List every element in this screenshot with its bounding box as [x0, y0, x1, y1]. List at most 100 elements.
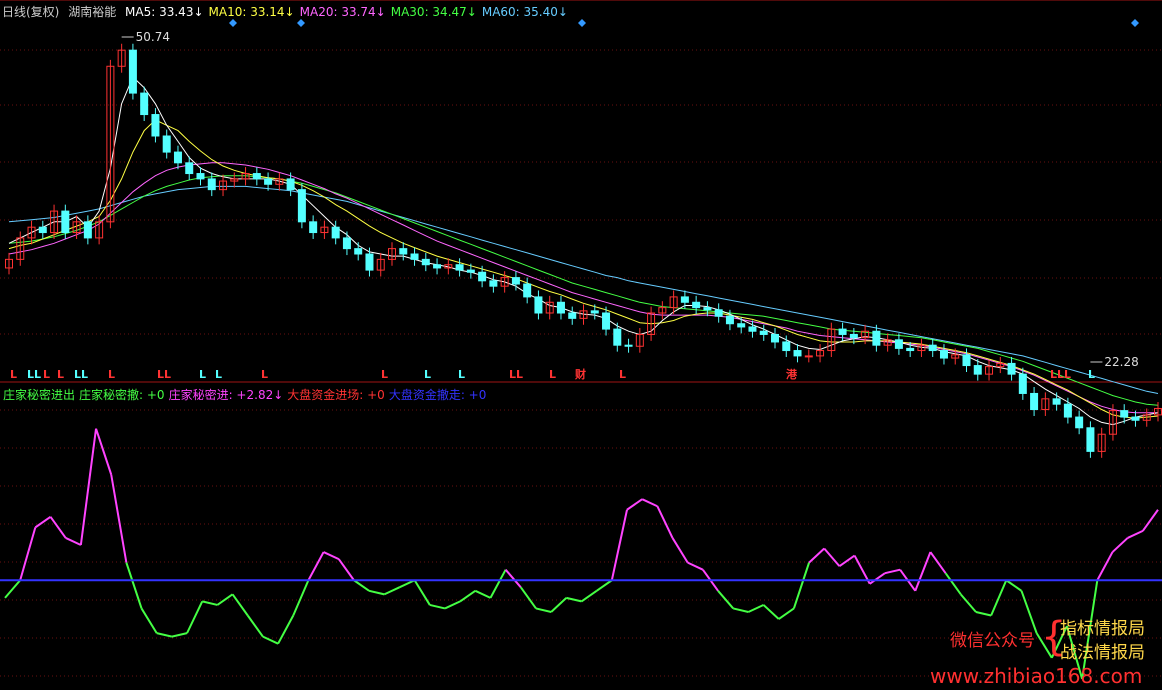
ind-segment-18 — [277, 615, 295, 645]
ind-segment-75 — [1142, 509, 1159, 532]
candle-body-35 — [399, 248, 408, 255]
signal-marker-0: L — [10, 368, 17, 381]
ind-segment-64 — [975, 611, 992, 617]
ind-segment-57 — [869, 572, 886, 585]
candle-body-96 — [1086, 427, 1095, 452]
candle-body-29 — [331, 226, 340, 239]
candle-body-70 — [793, 350, 802, 357]
ind-segment-42 — [641, 498, 658, 508]
ind-segment-66 — [1005, 579, 1023, 592]
ind-segment-58 — [884, 568, 901, 575]
signal-marker-7: L — [199, 368, 206, 381]
signal-marker-6: LL — [157, 368, 171, 381]
candle-body-37 — [421, 258, 430, 266]
candle-body-42 — [478, 271, 487, 282]
candle-body-80 — [906, 347, 915, 352]
ind-segment-32 — [489, 569, 507, 599]
candle-body-79 — [894, 339, 903, 349]
ind-segment-43 — [656, 505, 674, 539]
ind-segment-7 — [110, 474, 128, 563]
candle-body-54 — [613, 328, 622, 346]
candle-body-32 — [365, 253, 374, 271]
signal-marker-1: LL — [27, 368, 41, 381]
ma60-line — [8, 185, 1159, 394]
ind-segment-61 — [929, 551, 947, 574]
candle-body-15 — [173, 151, 182, 164]
candle-body-36 — [410, 253, 419, 260]
ind-segment-14 — [216, 593, 234, 606]
candle-body-40 — [455, 264, 464, 271]
candle-body-68 — [771, 333, 779, 343]
candle-body-17 — [196, 173, 205, 180]
candle-body-22 — [252, 173, 261, 180]
ind-segment-54 — [823, 547, 841, 567]
ind-segment-10 — [156, 632, 173, 638]
candle-body-99 — [1120, 410, 1129, 418]
candle-body-77 — [872, 330, 881, 346]
candle-body-91 — [1030, 392, 1039, 411]
candle-body-14 — [162, 135, 171, 153]
ind-segment-33 — [504, 569, 522, 588]
signal-marker-8: L — [215, 368, 222, 381]
indicator-header: 庄家秘密进出 庄家秘密撤: +0 庄家秘密进: +2.82↓ 大盘资金进场: +0 大盘… — [3, 386, 490, 403]
candle-body-71 — [804, 355, 813, 358]
ind-segment-65 — [990, 579, 1008, 616]
candle-body-23 — [264, 178, 273, 185]
watermark-line1: 指标情报局 — [1060, 619, 1145, 639]
signal-marker-13: LL — [509, 368, 523, 381]
ind-segment-63 — [960, 593, 977, 613]
candle-body-41 — [466, 269, 475, 273]
candle-body-83 — [939, 350, 948, 359]
ind-segment-39 — [596, 579, 613, 592]
stock-name: 湖南裕能 — [68, 5, 117, 19]
candle-body-67 — [759, 330, 768, 335]
candle-body-31 — [354, 248, 363, 255]
period-label[interactable]: 日线(复权) — [2, 5, 59, 19]
candle-body-11 — [128, 49, 137, 94]
candle-body-69 — [782, 341, 791, 352]
low-price-label: 22.28 — [1104, 355, 1138, 369]
ind-segment-55 — [838, 554, 856, 567]
signal-marker-10: L — [381, 368, 388, 381]
ind-segment-30 — [459, 590, 476, 603]
candle-body-13 — [151, 114, 160, 137]
ind-segment-1 — [19, 527, 37, 581]
ind-segment-35 — [535, 607, 552, 613]
price-header: 日线(复权) 湖南裕能 MA5: 33.43↓ MA10: 33.14↓ MA20:… — [2, 3, 578, 20]
ind-segment-51 — [778, 607, 795, 620]
indicator-label-4: 大盘资金撤走: +0 — [388, 388, 487, 402]
ind-segment-24 — [368, 589, 385, 596]
candle-body-55 — [624, 344, 633, 347]
ind-segment-21 — [323, 551, 340, 561]
watermark-url: www.zhibiao168.com — [930, 664, 1143, 688]
ind-segment-73 — [1111, 537, 1129, 553]
candle-body-61 — [692, 301, 701, 309]
ind-segment-26 — [399, 579, 416, 589]
candle-body-26 — [297, 189, 306, 223]
candle-body-89 — [1007, 362, 1016, 375]
ind-segment-5 — [79, 428, 98, 546]
candle-body-82 — [928, 344, 937, 352]
candle-body-3 — [38, 226, 47, 234]
ma-label-2: MA20: 33.74↓ — [299, 5, 386, 19]
candle-body-75 — [849, 333, 858, 339]
ma-label-1: MA10: 33.14↓ — [208, 5, 295, 19]
ind-segment-27 — [413, 579, 431, 606]
candle-body-66 — [748, 326, 757, 332]
candle-body-90 — [1018, 373, 1027, 394]
candle-body-93 — [1052, 398, 1061, 405]
ind-segment-48 — [732, 607, 749, 613]
signal-marker-17: 港 — [786, 367, 798, 381]
candle-body-7 — [83, 221, 92, 239]
candle-body-62 — [703, 307, 712, 311]
signal-marker-14: L — [549, 368, 556, 381]
ind-segment-74 — [1127, 529, 1144, 539]
candle-body-12 — [140, 92, 149, 116]
ind-segment-17 — [262, 635, 279, 645]
ind-segment-53 — [808, 547, 825, 564]
ind-segment-13 — [201, 600, 218, 606]
candle-body-86 — [973, 365, 982, 375]
ind-segment-2 — [34, 515, 52, 529]
candle-body-49 — [556, 301, 565, 314]
candle-body-27 — [309, 221, 318, 234]
